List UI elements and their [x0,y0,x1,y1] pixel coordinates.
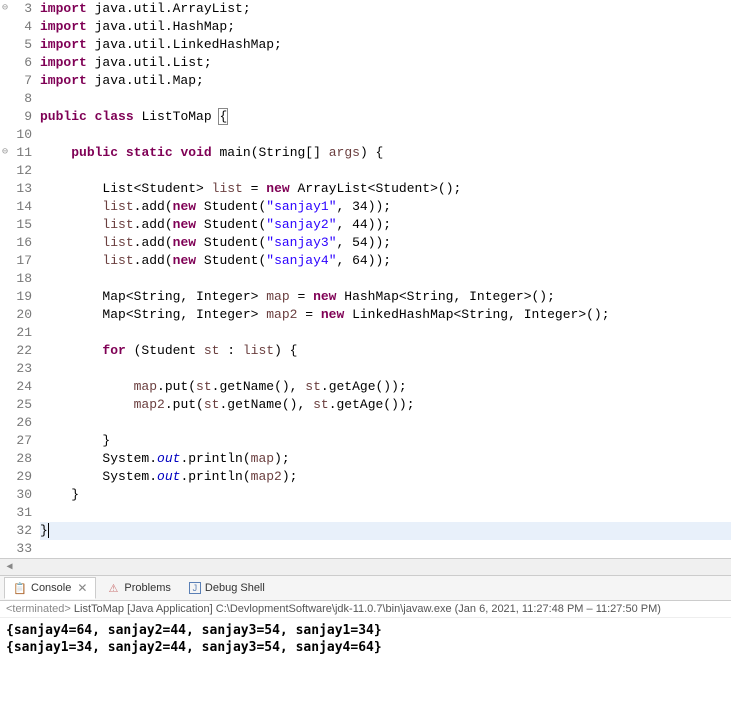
code-line[interactable]: } [40,522,731,540]
line-number-gutter: 3⊖4567891011⊖121314151617181920212223242… [0,0,40,558]
console-path: C:\DevlopmentSoftware\jdk-11.0.7\bin\jav… [216,603,452,615]
line-number: 18 [0,270,32,288]
code-line[interactable] [40,324,731,342]
console-time: (Jan 6, 2021, 11:27:48 PM – 11:27:50 PM) [455,603,661,615]
tab-debug-shell[interactable]: J Debug Shell [181,579,273,597]
tab-label: Debug Shell [205,582,265,594]
problems-icon: ⚠ [106,581,120,595]
code-line[interactable]: List<Student> list = new ArrayList<Stude… [40,180,731,198]
debug-shell-icon: J [189,582,201,594]
line-number: 11⊖ [0,144,32,162]
code-line[interactable]: } [40,486,731,504]
tab-problems[interactable]: ⚠ Problems [98,578,178,598]
line-number: 5 [0,36,32,54]
fold-marker-icon[interactable]: ⊖ [2,0,8,18]
code-line[interactable]: for (Student st : list) { [40,342,731,360]
code-line[interactable]: list.add(new Student("sanjay3", 54)); [40,234,731,252]
close-icon[interactable]: ✕ [77,581,87,595]
code-line[interactable] [40,360,731,378]
code-line[interactable]: import java.util.List; [40,54,731,72]
code-line[interactable]: import java.util.ArrayList; [40,0,731,18]
code-line[interactable]: Map<String, Integer> map = new HashMap<S… [40,288,731,306]
code-line[interactable]: System.out.println(map2); [40,468,731,486]
code-line[interactable]: System.out.println(map); [40,450,731,468]
code-line[interactable] [40,414,731,432]
code-line[interactable]: list.add(new Student("sanjay2", 44)); [40,216,731,234]
line-number: 10 [0,126,32,144]
horizontal-scrollbar[interactable]: ◀ [0,558,731,575]
line-number: 20 [0,306,32,324]
console-output-line: {sanjay1=34, sanjay2=44, sanjay3=54, san… [6,639,725,656]
code-line[interactable]: public class ListToMap { [40,108,731,126]
code-line[interactable] [40,270,731,288]
tab-label: Problems [124,582,170,594]
code-line[interactable] [40,90,731,108]
code-line[interactable] [40,540,731,558]
console-output-line: {sanjay4=64, sanjay2=44, sanjay3=54, san… [6,622,725,639]
line-number: 8 [0,90,32,108]
line-number: 7 [0,72,32,90]
console-header: <terminated> ListToMap [Java Application… [0,601,731,618]
code-line[interactable]: Map<String, Integer> map2 = new LinkedHa… [40,306,731,324]
code-line[interactable]: list.add(new Student("sanjay1", 34)); [40,198,731,216]
code-line[interactable] [40,162,731,180]
line-number: 9 [0,108,32,126]
line-number: 13 [0,180,32,198]
tab-console[interactable]: 📋 Console ✕ [4,577,96,599]
text-cursor [48,523,49,538]
line-number: 31 [0,504,32,522]
code-line[interactable]: public static void main(String[] args) { [40,144,731,162]
code-line[interactable] [40,126,731,144]
line-number: 19 [0,288,32,306]
console-app: ListToMap [Java Application] [74,603,213,615]
line-number: 6 [0,54,32,72]
line-number: 17 [0,252,32,270]
code-editor[interactable]: 3⊖4567891011⊖121314151617181920212223242… [0,0,731,558]
line-number: 30 [0,486,32,504]
line-number: 16 [0,234,32,252]
scroll-left-icon[interactable]: ◀ [2,560,17,575]
code-line[interactable]: import java.util.HashMap; [40,18,731,36]
code-line[interactable] [40,504,731,522]
fold-marker-icon[interactable]: ⊖ [2,144,8,162]
code-area[interactable]: import java.util.ArrayList;import java.u… [40,0,731,558]
console-icon: 📋 [13,581,27,595]
code-line[interactable]: import java.util.LinkedHashMap; [40,36,731,54]
code-line[interactable]: map2.put(st.getName(), st.getAge()); [40,396,731,414]
line-number: 4 [0,18,32,36]
line-number: 29 [0,468,32,486]
line-number: 27 [0,432,32,450]
line-number: 33 [0,540,32,558]
line-number: 12 [0,162,32,180]
line-number: 25 [0,396,32,414]
line-number: 23 [0,360,32,378]
line-number: 3⊖ [0,0,32,18]
line-number: 14 [0,198,32,216]
line-number: 15 [0,216,32,234]
code-line[interactable]: list.add(new Student("sanjay4", 64)); [40,252,731,270]
bottom-tabs-bar: 📋 Console ✕ ⚠ Problems J Debug Shell [0,575,731,601]
console-status: <terminated> [6,603,71,615]
line-number: 21 [0,324,32,342]
line-number: 26 [0,414,32,432]
code-line[interactable]: } [40,432,731,450]
line-number: 24 [0,378,32,396]
tab-label: Console [31,582,71,594]
line-number: 28 [0,450,32,468]
code-line[interactable]: map.put(st.getName(), st.getAge()); [40,378,731,396]
line-number: 32 [0,522,32,540]
line-number: 22 [0,342,32,360]
code-line[interactable]: import java.util.Map; [40,72,731,90]
console-output[interactable]: {sanjay4=64, sanjay2=44, sanjay3=54, san… [0,618,731,660]
